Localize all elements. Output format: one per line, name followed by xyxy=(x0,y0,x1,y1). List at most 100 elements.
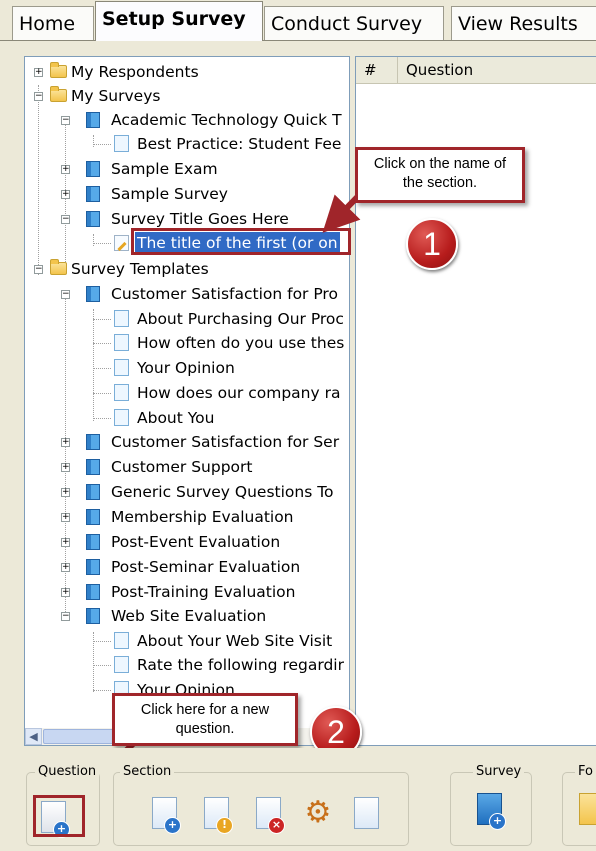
tree-item-survey[interactable]: + Post-Event Evaluation xyxy=(25,531,349,553)
warning-icon: ! xyxy=(216,817,233,834)
expand-icon[interactable]: + xyxy=(61,488,70,497)
tab-bar: Home Setup Survey Conduct Survey View Re… xyxy=(0,0,596,44)
tree-item-my-respondents[interactable]: + My Respondents xyxy=(25,61,349,83)
edit-section-button[interactable]: ! xyxy=(200,797,233,834)
tree-connector xyxy=(93,690,111,691)
tree-item-label: About Your Web Site Visit xyxy=(137,632,333,650)
group-label: Fo xyxy=(575,764,596,780)
tree-item-section[interactable]: About You xyxy=(25,407,349,429)
expand-icon[interactable]: + xyxy=(61,190,70,199)
collapse-icon[interactable]: − xyxy=(61,215,70,224)
tree-item-survey[interactable]: + Membership Evaluation xyxy=(25,506,349,528)
survey-icon xyxy=(86,534,100,550)
callout-section-text: Click on the name of the section. xyxy=(373,156,507,191)
tree-item-survey[interactable]: + Post-Training Evaluation xyxy=(25,581,349,603)
collapse-icon[interactable]: − xyxy=(61,116,70,125)
survey-icon xyxy=(86,459,100,475)
survey-icon xyxy=(86,186,100,202)
collapse-icon[interactable]: − xyxy=(34,92,43,101)
tree-item-label: Best Practice: Student Fee xyxy=(137,135,342,153)
tree-item-label: Survey Templates xyxy=(71,260,209,278)
tree-connector xyxy=(93,418,111,419)
folder-button[interactable] xyxy=(575,793,596,829)
tree-item-survey[interactable]: + Customer Satisfaction for Ser xyxy=(25,431,349,453)
survey-icon xyxy=(86,608,100,624)
survey-tree[interactable]: + My Respondents − My Surveys − Academic… xyxy=(24,56,350,746)
survey-icon xyxy=(86,434,100,450)
tree-connector xyxy=(93,343,111,344)
collapse-icon[interactable]: − xyxy=(34,265,43,274)
expand-icon[interactable]: + xyxy=(61,538,70,547)
tree-item-survey[interactable]: + Sample Survey xyxy=(25,183,349,205)
tree-item-label: Sample Exam xyxy=(111,160,218,178)
expand-icon[interactable]: + xyxy=(61,463,70,472)
tab-conduct-survey[interactable]: Conduct Survey xyxy=(264,6,444,40)
expand-icon[interactable]: + xyxy=(61,165,70,174)
tree-item-section[interactable]: How does our company ra xyxy=(25,382,349,404)
tree-connector xyxy=(93,641,111,642)
group-question: Question + xyxy=(26,764,100,846)
expand-icon[interactable]: + xyxy=(61,588,70,597)
tree-item-label: Post-Seminar Evaluation xyxy=(111,558,301,576)
tab-view-results[interactable]: View Results xyxy=(451,6,596,40)
tree-item-section[interactable]: Rate the following regardir xyxy=(25,654,349,676)
folder-icon xyxy=(579,793,596,825)
tree-item-section[interactable]: Best Practice: Student Fee xyxy=(25,133,349,155)
page-icon xyxy=(114,409,129,426)
tree-item-survey[interactable]: + Sample Exam xyxy=(25,158,349,180)
step-badge-1: 1 xyxy=(406,218,458,270)
add-section-button[interactable]: + xyxy=(148,797,181,834)
tree-item-section[interactable]: About Your Web Site Visit xyxy=(25,630,349,652)
tree-item-survey[interactable]: + Generic Survey Questions To xyxy=(25,481,349,503)
close-icon: × xyxy=(268,817,285,834)
page-icon xyxy=(114,310,129,327)
tree-item-label: Rate the following regardir xyxy=(137,656,344,674)
survey-icon xyxy=(86,112,100,128)
blank-section-button[interactable] xyxy=(350,797,382,833)
tree-item-survey[interactable]: − Survey Title Goes Here xyxy=(25,208,349,230)
expand-icon[interactable]: + xyxy=(61,438,70,447)
tree-item-survey[interactable]: − Web Site Evaluation xyxy=(25,605,349,627)
tree-item-survey[interactable]: − Academic Technology Quick T xyxy=(25,109,349,131)
collapse-icon[interactable]: − xyxy=(61,612,70,621)
expand-icon[interactable]: + xyxy=(61,563,70,572)
edit-page-icon xyxy=(114,235,129,251)
section-settings-button[interactable]: ⚙ xyxy=(302,795,334,831)
tree-item-survey[interactable]: − Customer Satisfaction for Pro xyxy=(25,283,349,305)
tree-item-label: Your Opinion xyxy=(137,359,235,377)
tree-item-label: How often do you use thes xyxy=(137,334,345,352)
scroll-left-icon[interactable]: ◀ xyxy=(25,728,42,745)
page-icon xyxy=(114,334,129,351)
tree-item-section[interactable]: About Purchasing Our Proc xyxy=(25,308,349,330)
tab-home[interactable]: Home xyxy=(12,6,94,40)
page-icon xyxy=(114,359,129,376)
tree-item-section[interactable]: Your Opinion xyxy=(25,357,349,379)
tab-setup-survey[interactable]: Setup Survey xyxy=(95,1,263,41)
folder-icon xyxy=(50,62,67,78)
tree-item-survey[interactable]: + Customer Support xyxy=(25,456,349,478)
collapse-icon[interactable]: − xyxy=(61,290,70,299)
tree-item-label: Survey Title Goes Here xyxy=(111,210,289,228)
expand-icon[interactable]: + xyxy=(61,513,70,522)
group-label: Survey xyxy=(473,764,525,780)
tree-item-label: My Surveys xyxy=(71,87,161,105)
column-number[interactable]: # xyxy=(356,57,398,83)
delete-section-button[interactable]: × xyxy=(252,797,285,834)
column-question[interactable]: Question xyxy=(398,57,596,83)
survey-icon xyxy=(86,286,100,302)
new-survey-button[interactable]: + xyxy=(473,793,506,830)
page-icon xyxy=(114,384,129,401)
grid-header: # Question xyxy=(356,57,596,84)
tree-item-section[interactable]: How often do you use thes xyxy=(25,332,349,354)
tree-item-my-surveys[interactable]: − My Surveys xyxy=(25,85,349,107)
group-label: Section xyxy=(120,764,175,780)
tree-item-label: Sample Survey xyxy=(111,185,228,203)
tree-item-survey-templates[interactable]: − Survey Templates xyxy=(25,258,349,280)
question-button-highlight xyxy=(33,795,85,837)
expand-icon[interactable]: + xyxy=(34,68,43,77)
page-icon xyxy=(114,656,129,673)
callout-section: Click on the name of the section. xyxy=(355,147,525,203)
tree-item-survey[interactable]: + Post-Seminar Evaluation xyxy=(25,556,349,578)
tree-item-label: About You xyxy=(137,409,215,427)
tree-item-label: My Respondents xyxy=(71,63,199,81)
